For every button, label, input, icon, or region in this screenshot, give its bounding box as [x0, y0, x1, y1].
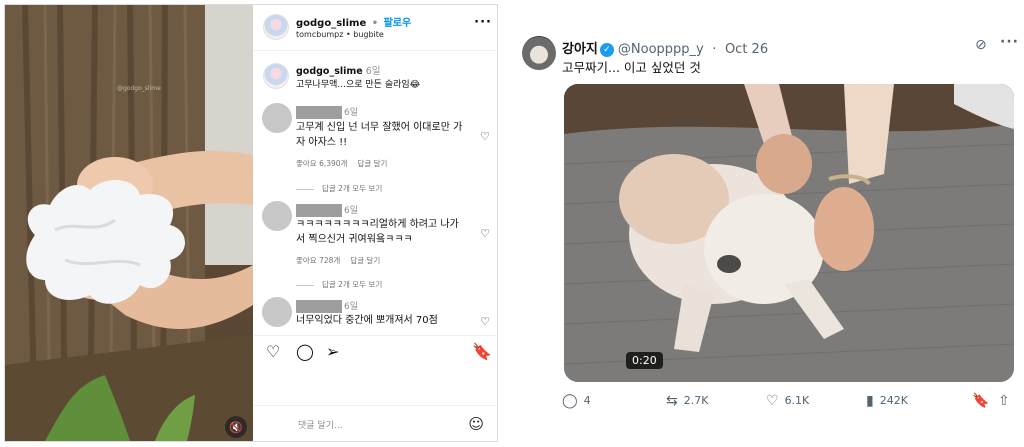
comment-time: 6일: [344, 302, 359, 312]
redacted-username: [296, 106, 342, 119]
view-replies-button[interactable]: 답글 2개 모두 보기: [296, 183, 382, 194]
comment-like-heart-icon[interactable]: ♡: [480, 227, 490, 240]
bookmark-icon[interactable]: 🔖: [972, 393, 995, 409]
instagram-post: @godgo_slime 🔇 godgo_slime • 팔로우 tomcbum…: [4, 4, 498, 442]
emoji-icon[interactable]: ☺: [468, 415, 484, 433]
redacted-username: [296, 204, 342, 217]
comment-author: 6일: [296, 299, 358, 313]
commenter-avatar[interactable]: [262, 201, 292, 231]
reply-button[interactable]: 답글 달기: [350, 256, 380, 265]
repost-count: 2.7K: [683, 394, 709, 407]
comment-likes[interactable]: 좋아요 6,390개: [296, 159, 347, 168]
tweet: 강아지 ✓ @Noopppp_y · Oct 26 ⊘ ··· 고무짜기... 이고…: [512, 0, 1024, 447]
photo-watermark: @godgo_slime: [117, 85, 161, 92]
view-count: 242K: [879, 394, 908, 407]
post-photo[interactable]: @godgo_slime 🔇: [5, 5, 253, 441]
views-chart-icon: ▮: [866, 393, 874, 409]
post-action-bar: ♡ ◯ ➢ 🔖: [254, 335, 497, 365]
tweet-action-bar: ◯ 4 ⇆ 2.7K ♡ 6.1K ▮ 242K 🔖 ⇧: [562, 393, 1018, 413]
like-icon: ♡: [766, 393, 779, 409]
post-header: godgo_slime • 팔로우 tomcbumpz • bugbite ··…: [254, 5, 497, 51]
dog-video-illustration: [564, 84, 1014, 382]
comment-like-heart-icon[interactable]: ♡: [480, 315, 490, 328]
caption-avatar[interactable]: [263, 63, 289, 89]
share-icon[interactable]: ➢: [326, 342, 339, 361]
caption-author: godgo_slime 6일: [296, 63, 381, 77]
dot-separator: ·: [712, 42, 717, 57]
comment-time: 6일: [344, 206, 359, 216]
caption-text: 고무나무액...으로 만든 슬라임😂: [296, 80, 421, 90]
tweet-handle[interactable]: @Noopppp_y: [618, 42, 704, 57]
verified-badge-icon: ✓: [599, 43, 614, 57]
slime-photo-illustration: [5, 5, 253, 441]
commenter-avatar[interactable]: [262, 297, 292, 327]
author-avatar[interactable]: [263, 14, 289, 40]
reply-count: 4: [583, 394, 591, 407]
repost-action[interactable]: ⇆ 2.7K: [666, 393, 708, 409]
follow-button[interactable]: 팔로우: [384, 18, 412, 29]
audio-track[interactable]: tomcbumpz • bugbite: [296, 30, 384, 39]
dot-separator: •: [371, 18, 379, 29]
comment-text: ㅋㅋㅋㅋㅋㅋㅋㅋ리얼하게 하려고 나가서 찍으신거 귀여워욬ㅋㅋㅋ: [296, 219, 459, 245]
author-line: godgo_slime • 팔로우: [296, 14, 411, 29]
bookmark-icon[interactable]: 🔖: [472, 342, 492, 361]
more-options-icon[interactable]: ···: [474, 15, 492, 30]
tweet-more-icon[interactable]: ···: [1000, 34, 1019, 50]
grok-icon[interactable]: ⊘: [975, 37, 987, 53]
tweet-display-name[interactable]: 강아지: [562, 42, 598, 57]
comment-icon[interactable]: ◯: [296, 342, 314, 361]
heart-icon[interactable]: ♡: [266, 342, 280, 361]
tweet-text: 고무짜기... 이고 싶었던 것: [562, 60, 701, 75]
comment-meta: 좋아요 728개 답글 달기: [296, 255, 380, 266]
tweet-date[interactable]: Oct 26: [725, 42, 768, 57]
view-replies-button[interactable]: 답글 2개 모두 보기: [296, 279, 382, 290]
share-glyph: ⇧: [998, 393, 1010, 409]
comment-author: 6일: [296, 203, 358, 217]
tweet-video[interactable]: 0:20: [564, 84, 1014, 382]
caption-time: 6일: [365, 66, 381, 77]
like-count: 6.1K: [784, 394, 810, 407]
like-action[interactable]: ♡ 6.1K: [766, 393, 809, 409]
add-comment-bar: 댓글 달기... ☺: [254, 405, 497, 441]
author-username[interactable]: godgo_slime: [296, 18, 366, 29]
bookmark-glyph: 🔖: [972, 393, 990, 409]
mute-icon[interactable]: 🔇: [225, 416, 247, 438]
post-sidebar: godgo_slime • 팔로우 tomcbumpz • bugbite ··…: [254, 5, 497, 441]
comment-likes[interactable]: 좋아요 728개: [296, 256, 340, 265]
comment-like-heart-icon[interactable]: ♡: [480, 130, 490, 143]
comment-author: 6일: [296, 105, 358, 119]
reply-button[interactable]: 답글 달기: [357, 159, 387, 168]
tweet-author-avatar[interactable]: [522, 36, 556, 70]
reply-icon: ◯: [562, 393, 578, 409]
redacted-username: [296, 300, 342, 313]
comment-text: 너무익었다 중간에 뽀개져서 70점: [296, 315, 438, 326]
reply-action[interactable]: ◯ 4: [562, 393, 591, 409]
add-comment-input[interactable]: 댓글 달기...: [298, 418, 343, 431]
video-duration: 0:20: [626, 352, 663, 369]
tweet-author-line: 강아지 ✓ @Noopppp_y · Oct 26: [562, 38, 768, 57]
caption-username[interactable]: godgo_slime: [296, 66, 363, 77]
commenter-avatar[interactable]: [262, 103, 292, 133]
comment-time: 6일: [344, 108, 359, 118]
repost-icon: ⇆: [666, 393, 678, 409]
views-action[interactable]: ▮ 242K: [866, 393, 908, 409]
comment-meta: 좋아요 6,390개 답글 달기: [296, 158, 387, 169]
share-icon[interactable]: ⇧: [998, 393, 1016, 409]
comment-text: 고무계 신입 넌 너무 잘했어 이대로만 가자 아자스 !!: [296, 122, 463, 148]
